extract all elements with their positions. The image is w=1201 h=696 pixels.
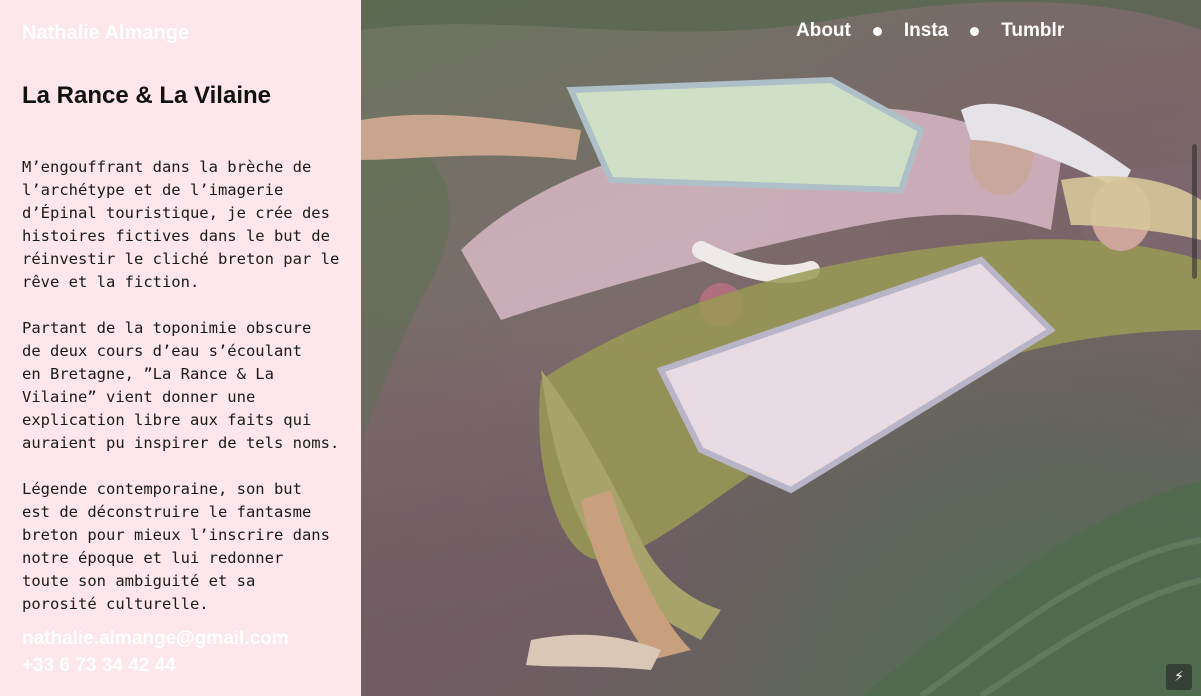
description-paragraph: M’engouffrant dans la brèche de l’archét… — [22, 158, 340, 291]
project-info-panel: Nathalie Almange La Rance & La Vilaine M… — [0, 0, 361, 696]
contact-email-link[interactable]: nathalie.almange@gmail.com — [22, 628, 289, 650]
project-photo — [361, 0, 1201, 696]
nav-link-tumblr[interactable]: Tumblr — [1001, 20, 1064, 42]
project-title: La Rance & La Vilaine — [22, 82, 271, 109]
nav-separator-dot — [970, 26, 980, 36]
lightning-icon[interactable]: ⚡ — [1166, 664, 1192, 690]
nav-link-about[interactable]: About — [796, 20, 851, 42]
site-name-link[interactable]: Nathalie Almange — [22, 22, 189, 45]
nav-link-insta[interactable]: Insta — [904, 20, 948, 42]
description-paragraph: Légende contemporaine, son but est de dé… — [22, 480, 330, 613]
top-navigation: About Insta Tumblr — [796, 20, 1064, 42]
contact-phone-link[interactable]: +33 6 73 34 42 44 — [22, 655, 176, 677]
nav-separator-dot — [872, 26, 882, 36]
scrollbar-thumb[interactable] — [1192, 144, 1197, 279]
description-paragraph: Partant de la toponimie obscure de deux … — [22, 319, 340, 452]
vertical-scrollbar[interactable] — [1190, 130, 1200, 290]
project-description: M’engouffrant dans la brèche de l’archét… — [22, 156, 352, 639]
photo-illustration — [361, 0, 1201, 696]
